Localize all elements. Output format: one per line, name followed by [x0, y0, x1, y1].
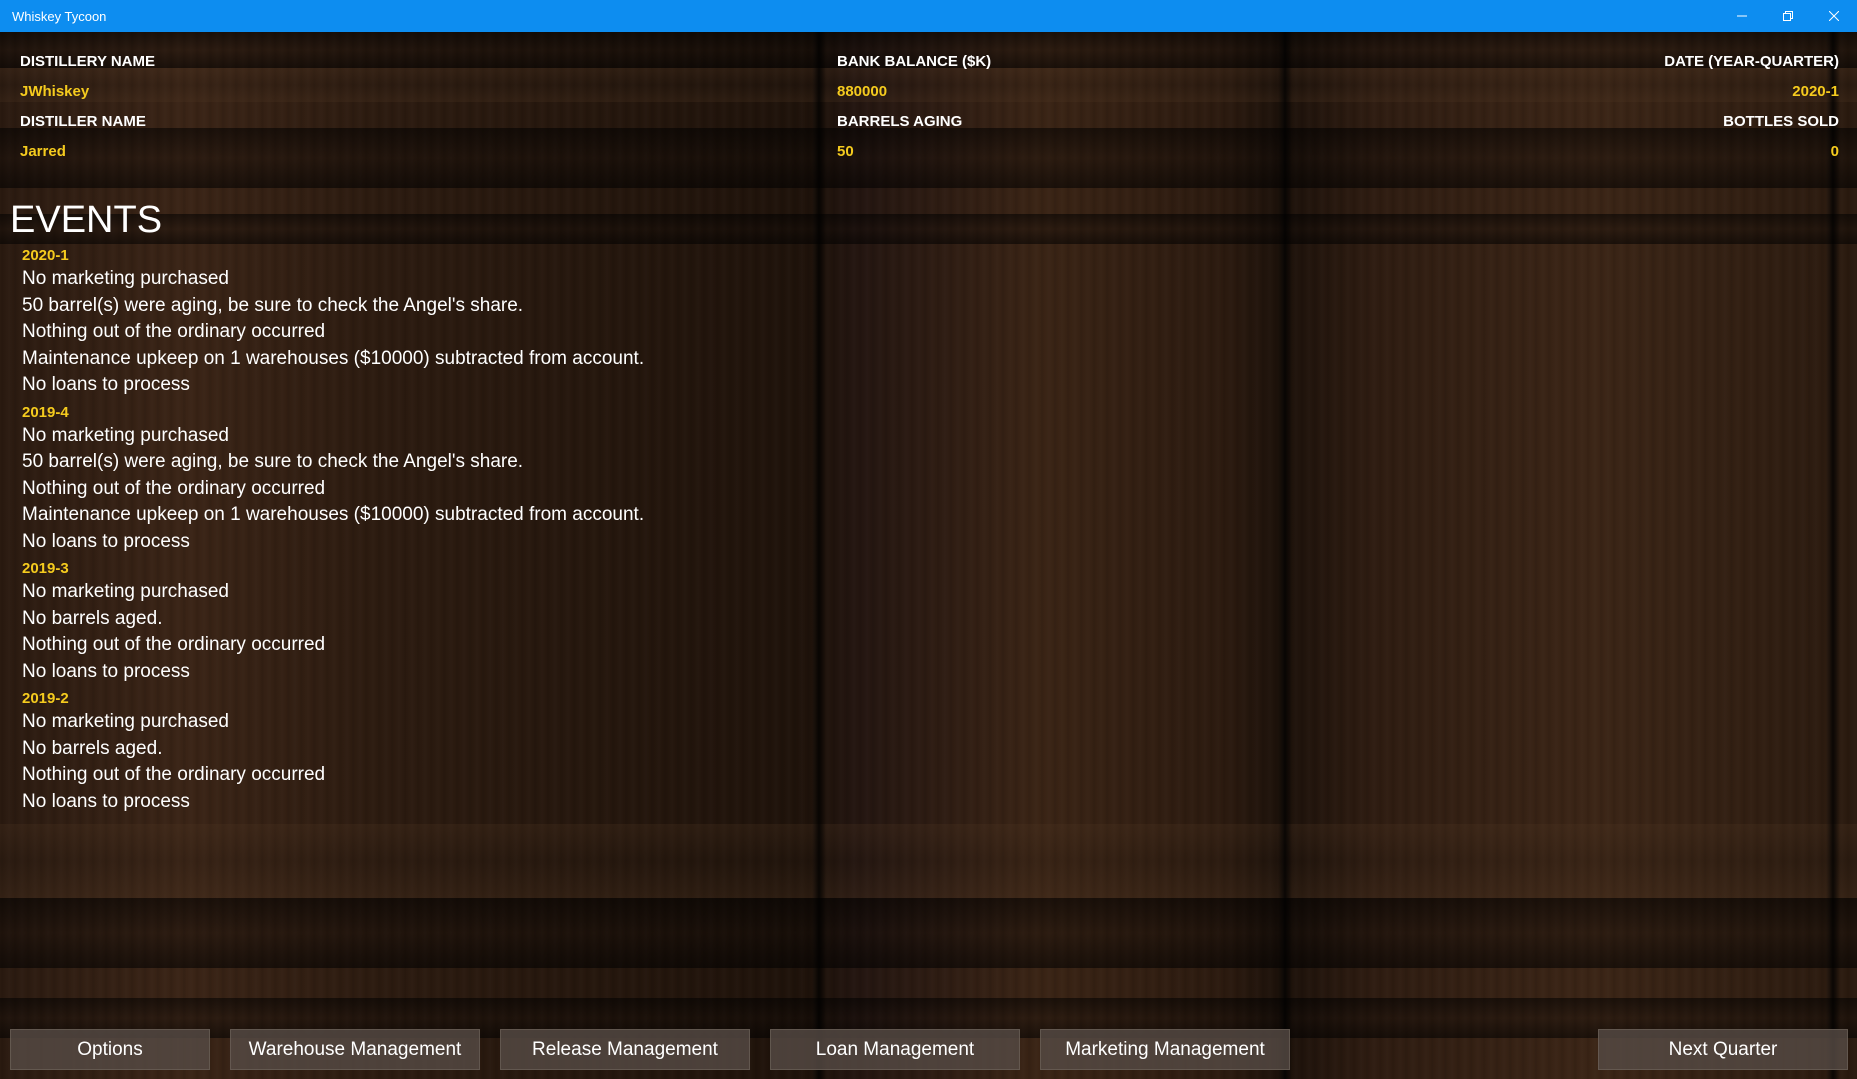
event-line: 50 barrel(s) were aging, be sure to chec…: [22, 451, 524, 472]
event-line: Maintenance upkeep on 1 warehouses ($100…: [22, 504, 645, 525]
close-icon: [1829, 11, 1839, 21]
options-button[interactable]: Options: [10, 1029, 210, 1070]
events-heading: EVENTS: [10, 199, 163, 241]
marketing-management-button[interactable]: Marketing Management: [1040, 1029, 1290, 1070]
event-line: 50 barrel(s) were aging, be sure to chec…: [22, 294, 524, 316]
title-bar: Whiskey Tycoon: [0, 0, 1857, 32]
event-line: No marketing purchased: [22, 424, 229, 446]
distiller-name-label: DISTILLER NAME: [20, 113, 146, 130]
event-date: 2019-3: [22, 560, 69, 577]
minimize-button[interactable]: [1719, 0, 1765, 32]
loan-management-button[interactable]: Loan Management: [770, 1029, 1020, 1070]
bottles-sold-label: BOTTLES SOLD: [1723, 113, 1839, 130]
next-quarter-button[interactable]: Next Quarter: [1598, 1029, 1848, 1070]
event-group: 2019-4 No marketing purchased 50 barrel(…: [22, 403, 1022, 556]
window-title: Whiskey Tycoon: [12, 8, 107, 24]
restore-button[interactable]: [1765, 0, 1811, 32]
event-group: 2019-2 No marketing purchased No barrels…: [22, 689, 1022, 815]
release-management-button[interactable]: Release Management: [500, 1029, 750, 1070]
event-line: No loans to process: [22, 530, 190, 552]
distillery-name-label: DISTILLERY NAME: [20, 53, 156, 70]
bottles-sold-value: 0: [1830, 143, 1839, 160]
event-line: No marketing purchased: [22, 581, 229, 602]
distillery-name-value: JWhiskey: [20, 83, 90, 100]
wood-board-divider: [0, 898, 1857, 968]
wood-board-divider: [0, 214, 1857, 244]
event-line: Nothing out of the ordinary occurred: [22, 321, 326, 342]
barrels-aging-value: 50: [837, 143, 854, 160]
event-line: No loans to process: [22, 790, 190, 812]
event-line: Nothing out of the ordinary occurred: [22, 764, 326, 785]
minimize-icon: [1737, 15, 1747, 17]
date-value: 2020-1: [1792, 83, 1839, 100]
event-line: No barrels aged.: [22, 607, 163, 629]
event-date: 2020-1: [22, 247, 69, 264]
restore-icon: [1783, 11, 1793, 21]
event-line: Nothing out of the ordinary occurred: [22, 634, 326, 655]
event-date: 2019-2: [22, 690, 69, 707]
event-group: 2020-1 No marketing purchased 50 barrel(…: [22, 246, 1022, 399]
event-line: Maintenance upkeep on 1 warehouses ($100…: [22, 347, 645, 369]
event-line: Nothing out of the ordinary occurred: [22, 477, 326, 499]
wood-board: [0, 68, 1857, 102]
event-date: 2019-4: [22, 403, 69, 421]
events-list[interactable]: 2020-1 No marketing purchased 50 barrel(…: [22, 246, 1022, 819]
event-line: No marketing purchased: [22, 711, 229, 732]
event-line: No loans to process: [22, 374, 190, 395]
bank-balance-value: 880000: [837, 83, 888, 100]
distiller-name-value: Jarred: [20, 143, 66, 160]
date-label: DATE (YEAR-QUARTER): [1664, 53, 1839, 70]
warehouse-management-button[interactable]: Warehouse Management: [230, 1029, 480, 1070]
event-group: 2019-3 No marketing purchased No barrels…: [22, 559, 1022, 685]
bank-balance-label: BANK BALANCE ($K): [837, 53, 992, 70]
wood-seam: [1826, 32, 1840, 1079]
event-line: No barrels aged.: [22, 737, 163, 759]
close-button[interactable]: [1811, 0, 1857, 32]
wood-board: [0, 824, 1857, 898]
event-line: No loans to process: [22, 660, 190, 682]
barrels-aging-label: BARRELS AGING: [837, 113, 963, 130]
event-line: No marketing purchased: [22, 268, 229, 289]
wood-seam: [1278, 32, 1292, 1079]
wood-board-divider: [0, 128, 1857, 188]
